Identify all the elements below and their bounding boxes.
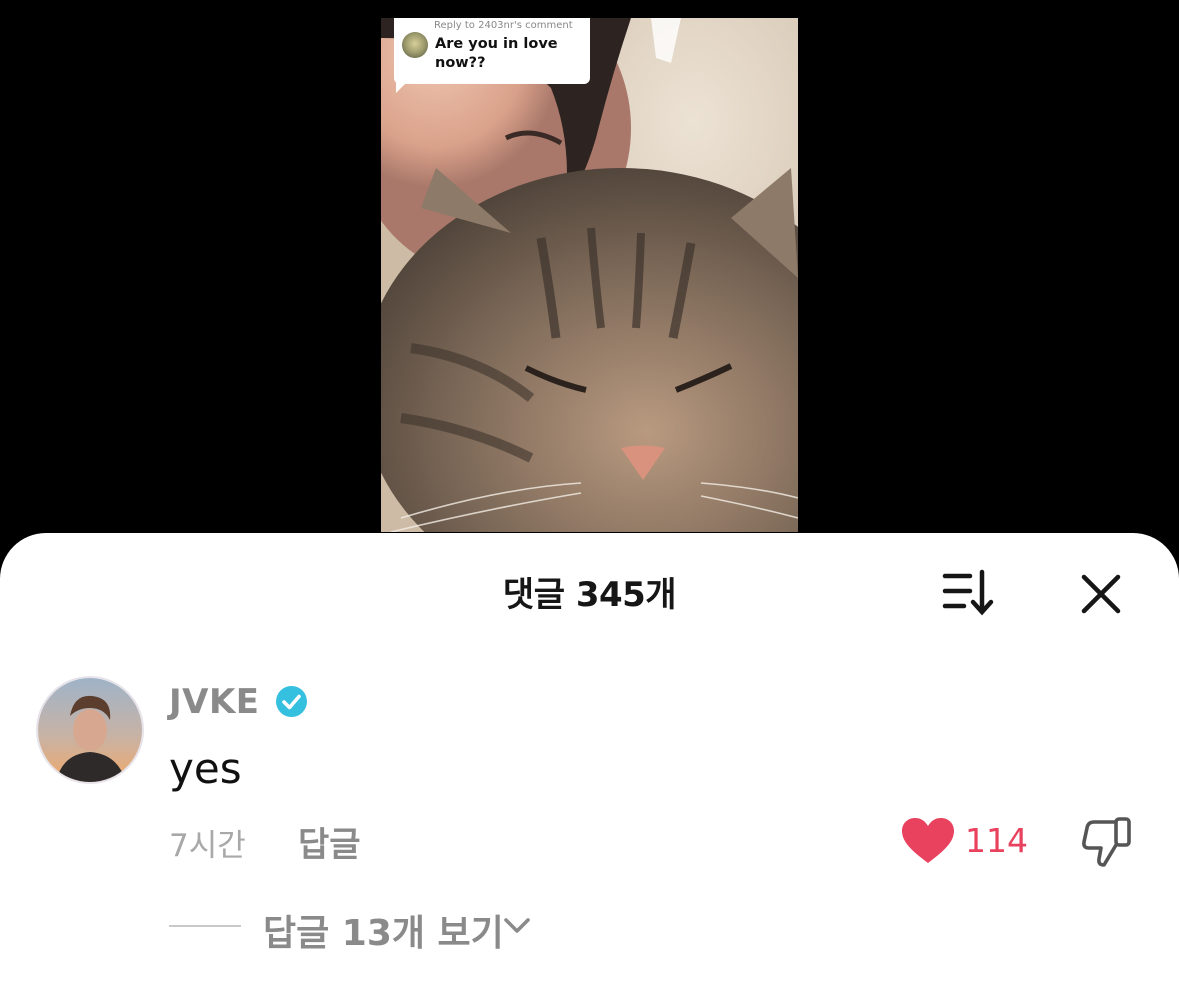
dislike-icon (1082, 817, 1131, 867)
chevron-down-icon[interactable] (502, 915, 532, 937)
heart-icon (902, 818, 954, 863)
user-avatar-image (38, 678, 142, 782)
comment-username[interactable]: JVKE (169, 682, 260, 722)
like-count: 114 (965, 821, 1028, 860)
close-icon (1081, 574, 1121, 614)
comment-timestamp: 7시간 (169, 828, 246, 864)
verified-badge-icon (276, 686, 307, 717)
reply-to-comment-sticker[interactable]: Reply to 2403nr's comment Are you in lov… (394, 18, 590, 93)
reply-comment-text: Are you in love now?? (435, 36, 558, 71)
like-button[interactable] (900, 817, 956, 865)
video-still-image (381, 18, 798, 532)
avatar[interactable] (36, 676, 144, 784)
comment-text: yes (169, 744, 242, 793)
close-button[interactable] (1078, 571, 1124, 617)
dislike-button[interactable] (1080, 815, 1134, 869)
video-frame[interactable] (381, 18, 798, 532)
replies-divider (169, 925, 241, 927)
video-player[interactable]: Reply to 2403nr's comment Are you in lov… (0, 0, 1179, 560)
view-replies-button[interactable]: 답글 13개 보기 (263, 904, 504, 956)
comments-sheet: 댓글 345개 JVKE yes 7시간 답글 114 답글 13개 보기 (0, 533, 1179, 989)
sort-button[interactable] (940, 567, 998, 617)
sort-icon (942, 569, 994, 616)
comments-count-title: 댓글 345개 (502, 575, 677, 615)
reply-button[interactable]: 답글 (298, 817, 361, 866)
reply-to-label: Reply to 2403nr's comment (434, 20, 573, 31)
reply-commenter-avatar (402, 32, 428, 58)
